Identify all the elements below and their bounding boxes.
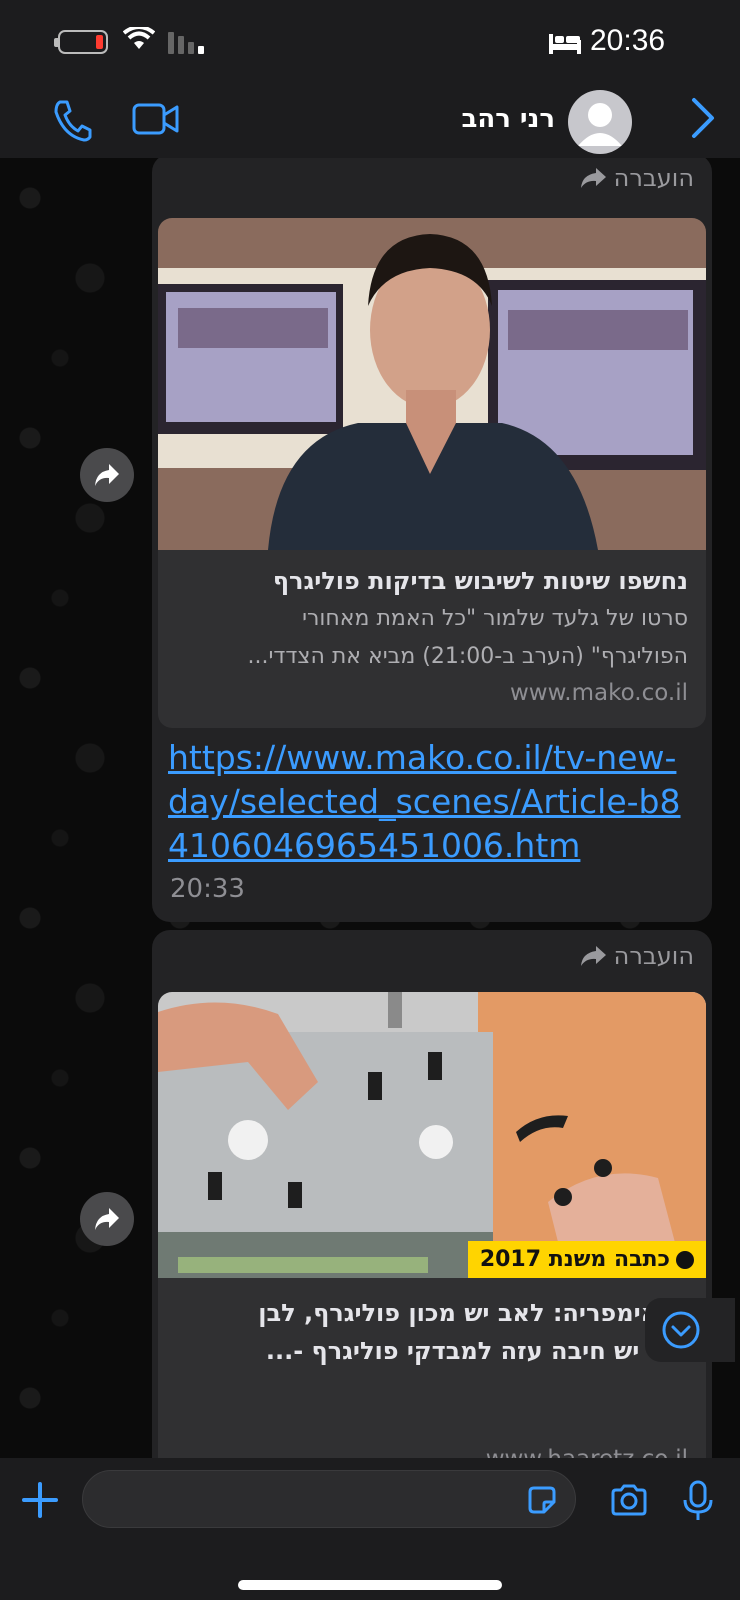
- forward-button[interactable]: [80, 448, 134, 502]
- contact-name[interactable]: רני רהב: [461, 104, 555, 134]
- plus-icon[interactable]: [22, 1482, 58, 1518]
- home-indicator: [238, 1580, 502, 1590]
- sleep-focus-icon: [549, 34, 581, 54]
- preview-description: סרטו של גלעד שלמור "כל האמת מאחורי: [302, 606, 688, 631]
- forwarded-label: הועברה: [578, 164, 694, 192]
- badge-icon: [676, 1250, 694, 1269]
- status-bar: 20:36: [0, 0, 740, 90]
- phone-icon[interactable]: [52, 98, 92, 142]
- avatar[interactable]: [568, 90, 632, 154]
- clock: 20:36: [590, 24, 666, 57]
- message-time: 20:33: [170, 874, 245, 904]
- input-bar: [0, 1458, 740, 1600]
- scroll-to-bottom-button[interactable]: [645, 1298, 735, 1362]
- message-input[interactable]: [82, 1470, 576, 1528]
- microphone-icon[interactable]: [682, 1480, 714, 1522]
- forwarded-label: הועברה: [578, 942, 694, 970]
- battery-icon: [54, 30, 108, 54]
- chat-header: רני רהב: [0, 90, 740, 159]
- preview-description: הפוליגרף" (הערב ב-21:00) מביא את הצדדי..…: [247, 644, 688, 669]
- link-preview-card[interactable]: רי אימפריה: לאב יש מכון פוליגרף, לבן ופט…: [158, 1278, 706, 1458]
- chevron-down-icon: [662, 1311, 700, 1349]
- back-chevron-icon[interactable]: [690, 96, 716, 140]
- link-preview-card[interactable]: נחשפו שיטות לשיבוש בדיקות פוליגרף סרטו ש…: [158, 550, 706, 728]
- video-call-icon[interactable]: [132, 102, 180, 136]
- preview-domain: www.haaretz.co.il: [486, 1446, 688, 1458]
- signal-icon: [168, 32, 204, 54]
- message-bubble[interactable]: הועברה נחשפו שיטות לשיבוש בדיקות פוליגרף…: [152, 158, 712, 922]
- forward-icon: [95, 1208, 119, 1230]
- camera-icon[interactable]: [610, 1484, 648, 1516]
- forwarded-icon: [580, 946, 606, 966]
- preview-title: רי אימפריה: לאב יש מכון פוליגרף, לבן: [258, 1299, 688, 1327]
- article-year-badge: כתבה משנת 2017: [467, 1241, 706, 1278]
- preview-title: נחשפו שיטות לשיבוש בדיקות פוליגרף: [272, 567, 688, 595]
- wifi-icon: [123, 27, 155, 49]
- link-preview-image[interactable]: [158, 218, 706, 550]
- forward-button[interactable]: [80, 1192, 134, 1246]
- forwarded-icon: [580, 168, 606, 188]
- sticker-icon[interactable]: [526, 1484, 558, 1516]
- message-bubble[interactable]: הועברה כתבה משנת 2017 רי אימפריה: לאב יש…: [152, 930, 712, 1458]
- link-preview-image[interactable]: כתבה משנת 2017: [158, 992, 706, 1278]
- preview-title: ופט יש חיבה עזה למבדקי פוליגרף -...: [265, 1337, 688, 1365]
- preview-domain: www.mako.co.il: [509, 680, 688, 706]
- chat-area[interactable]: הועברה נחשפו שיטות לשיבוש בדיקות פוליגרף…: [0, 158, 740, 1458]
- forward-icon: [95, 464, 119, 486]
- message-link[interactable]: https://www.mako.co.il/tv-new-day/select…: [168, 736, 688, 868]
